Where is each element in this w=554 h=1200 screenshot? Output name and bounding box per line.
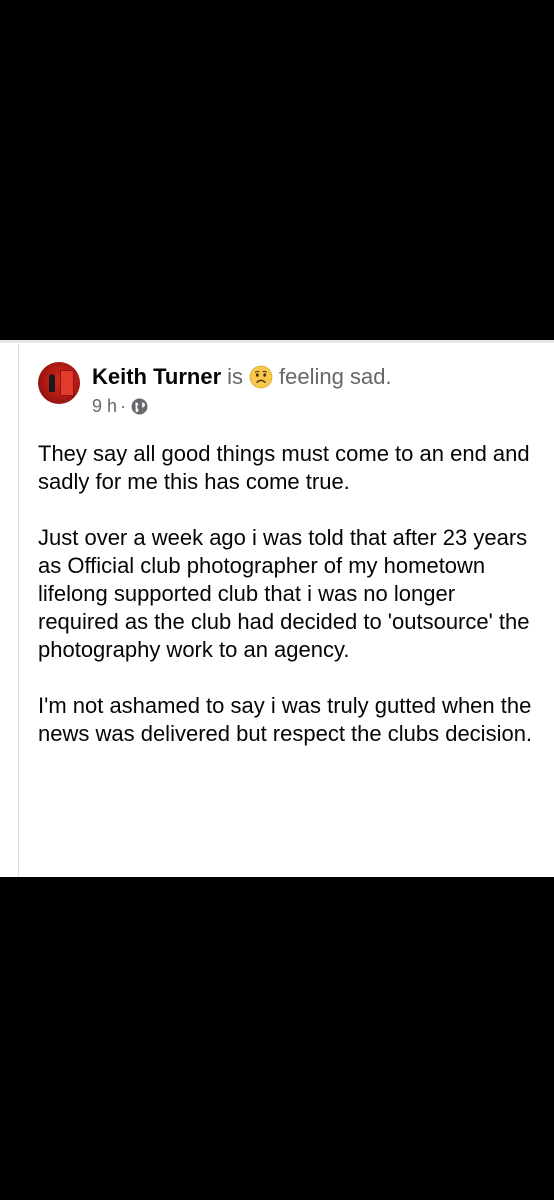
feeling-text[interactable]: feeling sad. [279,364,392,390]
meta-separator: · [120,395,127,416]
author-name[interactable]: Keith Turner [92,364,221,390]
post-body: They say all good things must come to an… [38,440,538,776]
card-divider [0,340,554,343]
top-black-bar [0,0,554,340]
post-meta: 9 h · [92,395,148,417]
globe-icon[interactable] [131,398,148,415]
post-header: Keith Turner is feeling sad. [92,362,392,392]
post-paragraph: Just over a week ago i was told that aft… [38,525,530,662]
post-paragraph: I'm not ashamed to say i was truly gutte… [38,693,533,746]
bottom-black-bar [0,877,554,1200]
post-time[interactable]: 9 h [92,396,117,417]
card-border [18,344,19,877]
is-word: is [227,364,244,389]
avatar[interactable] [38,362,80,404]
avatar-figure [49,374,55,392]
avatar-door [60,370,74,396]
sad-face-emoji-icon [249,365,273,389]
post-paragraph: They say all good things must come to an… [38,441,530,494]
